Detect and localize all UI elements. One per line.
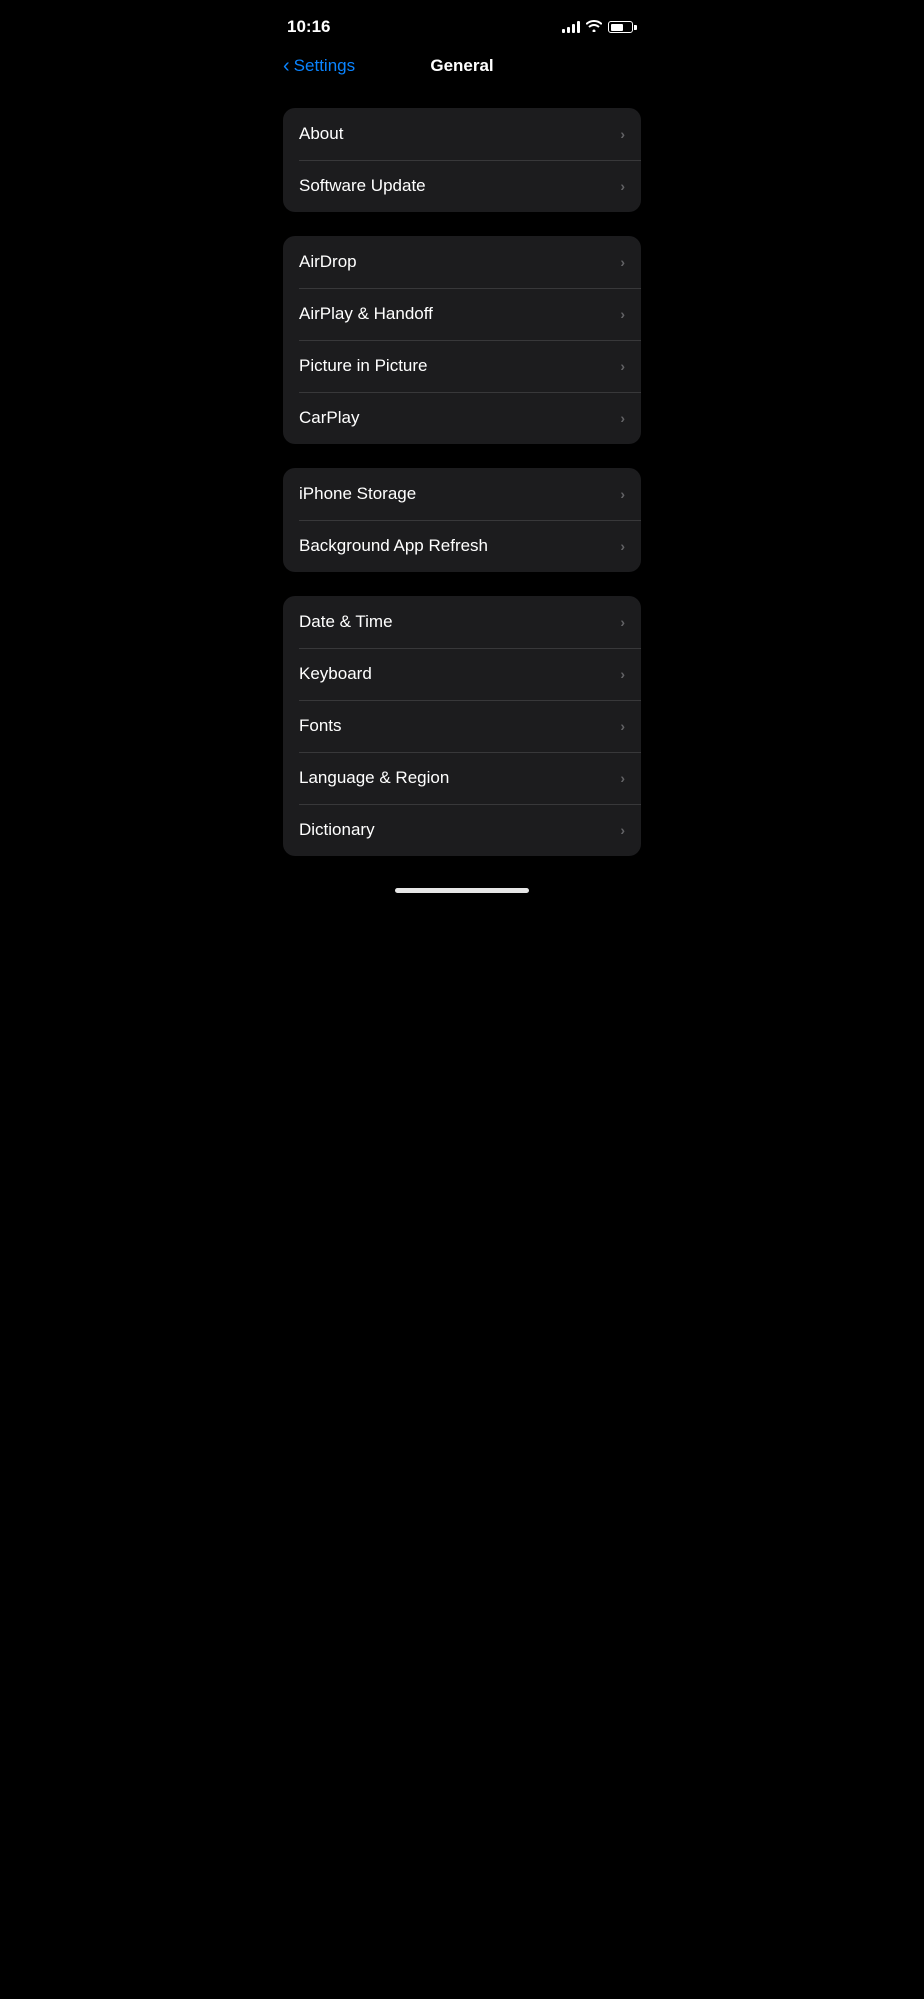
airplay-handoff-chevron-icon: ›	[620, 306, 625, 322]
background-app-refresh-label: Background App Refresh	[299, 536, 488, 556]
date-time-label: Date & Time	[299, 612, 393, 632]
background-app-refresh-chevron-icon: ›	[620, 538, 625, 554]
dictionary-item[interactable]: Dictionary ›	[283, 804, 641, 856]
section-4: Date & Time › Keyboard › Fonts › Languag…	[283, 596, 641, 856]
status-time: 10:16	[287, 17, 330, 37]
airdrop-chevron-icon: ›	[620, 254, 625, 270]
back-chevron-icon: ‹	[283, 56, 290, 76]
fonts-chevron-icon: ›	[620, 718, 625, 734]
language-region-chevron-icon: ›	[620, 770, 625, 786]
date-time-item[interactable]: Date & Time ›	[283, 596, 641, 648]
software-update-item[interactable]: Software Update ›	[283, 160, 641, 212]
iphone-storage-item[interactable]: iPhone Storage ›	[283, 468, 641, 520]
picture-in-picture-label: Picture in Picture	[299, 356, 428, 376]
picture-in-picture-item[interactable]: Picture in Picture ›	[283, 340, 641, 392]
picture-in-picture-chevron-icon: ›	[620, 358, 625, 374]
fonts-label: Fonts	[299, 716, 342, 736]
section-1: About › Software Update ›	[283, 108, 641, 212]
carplay-chevron-icon: ›	[620, 410, 625, 426]
airdrop-label: AirDrop	[299, 252, 357, 272]
home-bar	[395, 888, 529, 893]
page-title: General	[430, 56, 493, 76]
status-bar: 10:16	[267, 0, 657, 48]
battery-icon	[608, 21, 637, 33]
dictionary-label: Dictionary	[299, 820, 375, 840]
background-app-refresh-item[interactable]: Background App Refresh ›	[283, 520, 641, 572]
home-indicator	[267, 880, 657, 905]
dictionary-chevron-icon: ›	[620, 822, 625, 838]
section-2: AirDrop › AirPlay & Handoff › Picture in…	[283, 236, 641, 444]
back-button[interactable]: ‹ Settings	[283, 56, 355, 76]
section-3: iPhone Storage › Background App Refresh …	[283, 468, 641, 572]
software-update-label: Software Update	[299, 176, 426, 196]
fonts-item[interactable]: Fonts ›	[283, 700, 641, 752]
language-region-label: Language & Region	[299, 768, 449, 788]
wifi-icon	[586, 20, 602, 35]
language-region-item[interactable]: Language & Region ›	[283, 752, 641, 804]
status-icons	[562, 20, 637, 35]
airplay-handoff-label: AirPlay & Handoff	[299, 304, 433, 324]
airdrop-item[interactable]: AirDrop ›	[283, 236, 641, 288]
software-update-chevron-icon: ›	[620, 178, 625, 194]
about-item[interactable]: About ›	[283, 108, 641, 160]
iphone-storage-label: iPhone Storage	[299, 484, 416, 504]
back-button-label: Settings	[294, 56, 355, 76]
keyboard-chevron-icon: ›	[620, 666, 625, 682]
iphone-storage-chevron-icon: ›	[620, 486, 625, 502]
date-time-chevron-icon: ›	[620, 614, 625, 630]
keyboard-item[interactable]: Keyboard ›	[283, 648, 641, 700]
about-label: About	[299, 124, 343, 144]
nav-bar: ‹ Settings General	[267, 48, 657, 92]
carplay-item[interactable]: CarPlay ›	[283, 392, 641, 444]
settings-content: About › Software Update › AirDrop › AirP…	[267, 92, 657, 856]
airplay-handoff-item[interactable]: AirPlay & Handoff ›	[283, 288, 641, 340]
carplay-label: CarPlay	[299, 408, 359, 428]
about-chevron-icon: ›	[620, 126, 625, 142]
signal-icon	[562, 21, 580, 33]
keyboard-label: Keyboard	[299, 664, 372, 684]
